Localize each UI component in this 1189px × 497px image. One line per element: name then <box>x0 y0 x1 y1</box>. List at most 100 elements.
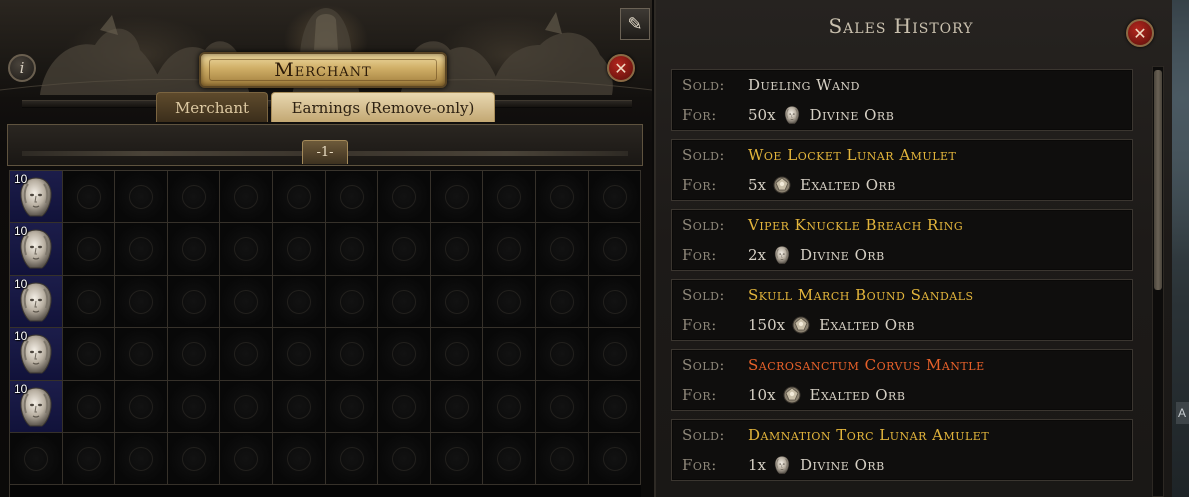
sold-item-name: Woe Locket Lunar Amulet <box>748 146 957 164</box>
grid-cell[interactable] <box>430 171 484 224</box>
close-sales-history-button[interactable]: ✕ <box>1126 19 1154 47</box>
close-merchant-button[interactable]: ✕ <box>607 54 635 82</box>
sales-entry[interactable]: Sold: Sacrosanctum Corvus Mantle For: 10… <box>671 349 1133 411</box>
grid-cell[interactable] <box>115 171 168 224</box>
grid-cell[interactable] <box>430 275 484 329</box>
grid-cell[interactable] <box>272 328 326 381</box>
grid-cell[interactable] <box>272 223 326 276</box>
grid-cell[interactable] <box>378 432 431 486</box>
grid-cell-item[interactable]: 10 <box>10 275 63 329</box>
grid-cell[interactable] <box>62 328 116 381</box>
sales-entry[interactable]: Sold: Viper Knuckle Breach Ring For: 2x … <box>671 209 1133 271</box>
page-tab-1[interactable]: -1- <box>302 140 348 164</box>
grid-cell-item[interactable]: 10 <box>10 171 63 224</box>
for-label: For: <box>682 386 717 404</box>
grid-cell-item[interactable]: 10 <box>10 223 63 276</box>
grid-cell[interactable] <box>378 223 431 276</box>
grid-cell[interactable] <box>62 223 116 276</box>
grid-cell[interactable] <box>10 432 63 486</box>
grid-cell[interactable] <box>378 328 431 381</box>
grid-cell[interactable] <box>220 380 273 433</box>
sold-row: Sold: Dueling Wand <box>682 73 860 97</box>
grid-cell[interactable] <box>167 380 221 433</box>
grid-cell[interactable] <box>325 275 379 329</box>
grid-cell[interactable] <box>588 275 642 329</box>
grid-cell[interactable] <box>325 171 379 224</box>
grid-cell[interactable] <box>535 328 589 381</box>
currency-name: Divine Orb <box>809 106 895 124</box>
grid-cell[interactable] <box>588 223 642 276</box>
price-quantity: 2x <box>748 246 767 264</box>
grid-cell[interactable] <box>325 223 379 276</box>
grid-cell[interactable] <box>115 380 168 433</box>
grid-cell-item[interactable]: 10 <box>10 328 63 381</box>
grid-cell[interactable] <box>535 380 589 433</box>
grid-cell[interactable] <box>325 328 379 381</box>
grid-cell-item[interactable]: 10 <box>10 380 63 433</box>
sales-entries-list: Sold: Dueling Wand For: 50x Divine Orb S… <box>671 69 1133 489</box>
grid-cell[interactable] <box>220 171 273 224</box>
info-icon[interactable]: i <box>8 54 36 82</box>
grid-cell[interactable] <box>535 223 589 276</box>
grid-cell[interactable] <box>430 380 484 433</box>
scroll-thumb[interactable] <box>1154 70 1162 290</box>
title-plate: Merchant <box>199 52 447 88</box>
grid-cell[interactable] <box>588 432 642 486</box>
grid-cell[interactable] <box>588 171 642 224</box>
grid-cell[interactable] <box>272 432 326 486</box>
grid-cell[interactable] <box>167 328 221 381</box>
grid-cell[interactable] <box>62 275 116 329</box>
grid-cell[interactable] <box>430 328 484 381</box>
grid-cell[interactable] <box>272 380 326 433</box>
grid-cell[interactable] <box>325 380 379 433</box>
grid-cell[interactable] <box>325 432 379 486</box>
grid-cell[interactable] <box>167 223 221 276</box>
grid-cell[interactable] <box>220 275 273 329</box>
grid-cell[interactable] <box>483 223 536 276</box>
grid-cell[interactable] <box>430 432 484 486</box>
grid-cell[interactable] <box>115 223 168 276</box>
quill-edit-icon[interactable]: ✎ <box>620 8 650 40</box>
grid-cell[interactable] <box>62 432 116 486</box>
grid-cell[interactable] <box>535 171 589 224</box>
grid-cell[interactable] <box>430 223 484 276</box>
grid-cell[interactable] <box>588 380 642 433</box>
grid-cell[interactable] <box>62 171 116 224</box>
stack-count: 10 <box>14 276 28 291</box>
grid-cell[interactable] <box>220 328 273 381</box>
grid-cell[interactable] <box>272 171 326 224</box>
grid-cell[interactable] <box>220 432 273 486</box>
grid-cell[interactable] <box>115 275 168 329</box>
sales-entry[interactable]: Sold: Dueling Wand For: 50x Divine Orb <box>671 69 1133 131</box>
grid-cell[interactable] <box>167 432 221 486</box>
price-quantity: 1x <box>748 456 767 474</box>
grid-cell[interactable] <box>115 432 168 486</box>
grid-cell[interactable] <box>483 432 536 486</box>
sales-entry[interactable]: Sold: Damnation Torc Lunar Amulet For: 1… <box>671 419 1133 481</box>
grid-cell[interactable] <box>378 380 431 433</box>
grid-cell[interactable] <box>378 171 431 224</box>
grid-cell[interactable] <box>535 275 589 329</box>
grid-cell[interactable] <box>220 223 273 276</box>
grid-cell[interactable] <box>483 380 536 433</box>
grid-cell[interactable] <box>378 275 431 329</box>
divine-orb-icon <box>772 455 792 475</box>
sales-entry[interactable]: Sold: Woe Locket Lunar Amulet For: 5x Ex… <box>671 139 1133 201</box>
tab-earnings-remove-only[interactable]: Earnings (Remove-only) <box>271 92 495 122</box>
grid-cell[interactable] <box>167 275 221 329</box>
sales-history-scrollbar[interactable] <box>1152 66 1164 497</box>
grid-cell[interactable] <box>483 275 536 329</box>
grid-cell[interactable] <box>535 432 589 486</box>
grid-cell[interactable] <box>115 328 168 381</box>
grid-cell[interactable] <box>483 328 536 381</box>
grid-cell[interactable] <box>167 171 221 224</box>
stack-count: 10 <box>14 329 28 344</box>
sales-entry[interactable]: Sold: Skull March Bound Sandals For: 150… <box>671 279 1133 341</box>
grid-cell[interactable] <box>483 171 536 224</box>
close-icon: ✕ <box>1133 23 1147 43</box>
tab-merchant[interactable]: Merchant <box>156 92 268 122</box>
grid-cell[interactable] <box>588 328 642 381</box>
grid-cell[interactable] <box>272 275 326 329</box>
grid-cell[interactable] <box>62 380 116 433</box>
sold-label: Sold: <box>682 286 725 304</box>
